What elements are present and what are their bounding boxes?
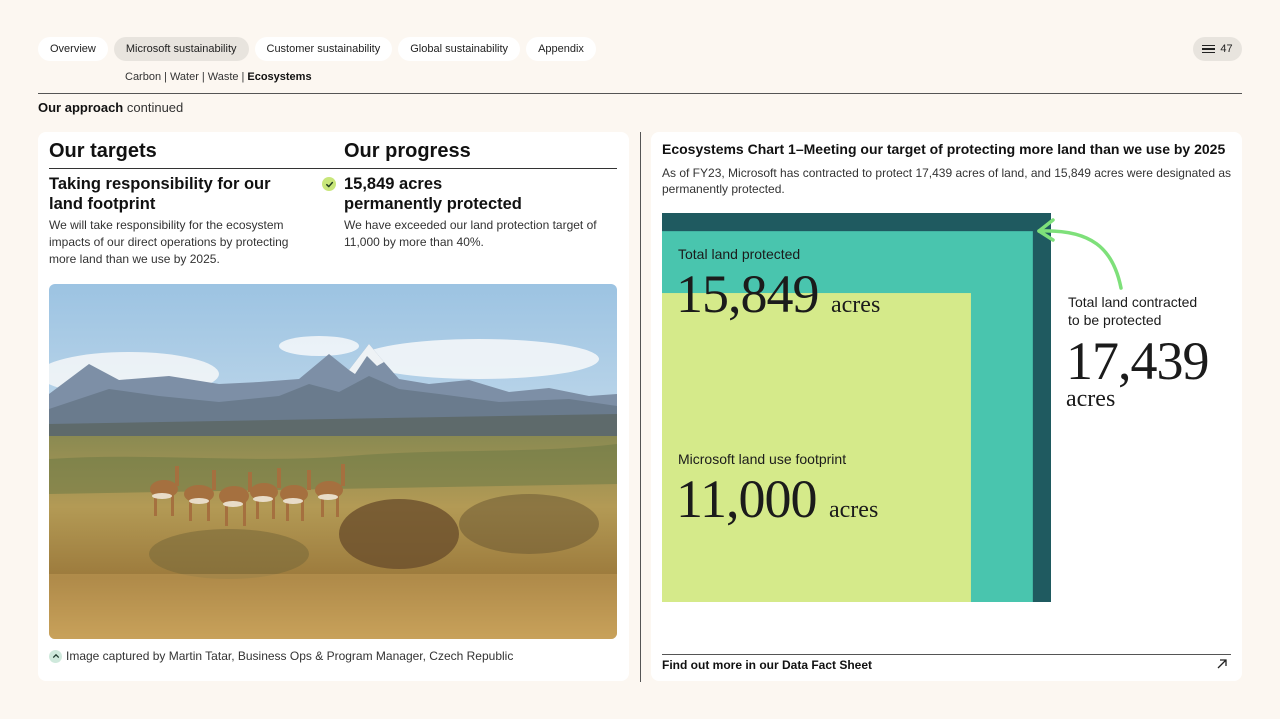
section-nav: Overview Microsoft sustainability Custom…: [38, 37, 596, 61]
sub-navigation: Carbon | Water | Waste | Ecosystems: [125, 71, 312, 83]
external-link-arrow-icon[interactable]: [1216, 658, 1228, 670]
column-divider: [640, 132, 641, 682]
progress-title-line1: 15,849 acres: [344, 175, 443, 193]
footer-divider: [662, 654, 1231, 655]
progress-description: We have exceeded our land protection tar…: [344, 218, 597, 249]
target-description: We will take responsibility for the ecos…: [49, 218, 289, 266]
chart-card: Ecosystems Chart 1–Meeting our target of…: [651, 132, 1242, 681]
photo-caption: Image captured by Martin Tatar, Business…: [49, 649, 513, 663]
guanaco-landscape-photo: [49, 284, 617, 639]
protected-unit: acres: [831, 292, 881, 319]
footprint-series-label: Microsoft land use footprint: [678, 451, 847, 468]
landscape-illustration: [49, 284, 617, 639]
header-divider: [38, 93, 1242, 94]
heading-divider: [49, 168, 617, 169]
protected-series-label: Total land protected: [678, 246, 801, 263]
progress-title: 15,849 acres permanently protected: [344, 174, 614, 214]
progress-title-line2: permanently protected: [344, 195, 522, 213]
menu-page-button[interactable]: 47: [1193, 37, 1242, 61]
subnav-carbon[interactable]: Carbon: [125, 71, 161, 83]
subnav-water[interactable]: Water: [170, 71, 199, 83]
section-title-bold: Our approach: [38, 100, 124, 115]
footprint-unit: acres: [829, 497, 879, 524]
page-number: 47: [1220, 43, 1233, 55]
tab-appendix[interactable]: Appendix: [526, 37, 596, 61]
targets-heading: Our targets: [49, 140, 157, 162]
tab-overview[interactable]: Overview: [38, 37, 108, 61]
data-fact-sheet-link[interactable]: Find out more in our Data Fact Sheet: [662, 658, 872, 672]
target-title: Taking responsibility for our land footp…: [49, 175, 271, 213]
protected-value: 15,849: [676, 264, 819, 325]
protected-value-label: 15,849 acres: [676, 267, 881, 331]
footprint-area-square: [662, 293, 971, 602]
targets-card: Our targets Our progress Taking responsi…: [38, 132, 629, 681]
footprint-value-label: 11,000 acres: [676, 472, 879, 536]
footprint-value: 11,000: [676, 469, 817, 530]
tab-microsoft-sustainability[interactable]: Microsoft sustainability: [113, 37, 249, 61]
contracted-series-label: Total land contracted to be protected: [1068, 294, 1198, 328]
caption-text: Image captured by Martin Tatar, Business…: [66, 649, 514, 663]
caption-toggle-icon[interactable]: [49, 649, 62, 663]
tab-customer-sustainability[interactable]: Customer sustainability: [254, 37, 393, 61]
tab-global-sustainability[interactable]: Global sustainability: [398, 37, 521, 61]
progress-heading: Our progress: [344, 140, 471, 162]
contracted-value: 17,439: [1066, 331, 1209, 391]
hamburger-menu-icon: [1202, 44, 1216, 54]
section-title: Our approach continued: [38, 100, 183, 115]
subnav-waste[interactable]: Waste: [208, 71, 239, 83]
contracted-value-label: 17,439 acres: [1066, 331, 1209, 411]
subnav-ecosystems[interactable]: Ecosystems: [247, 71, 311, 83]
check-icon: [322, 177, 336, 191]
section-title-rest: continued: [126, 100, 184, 115]
